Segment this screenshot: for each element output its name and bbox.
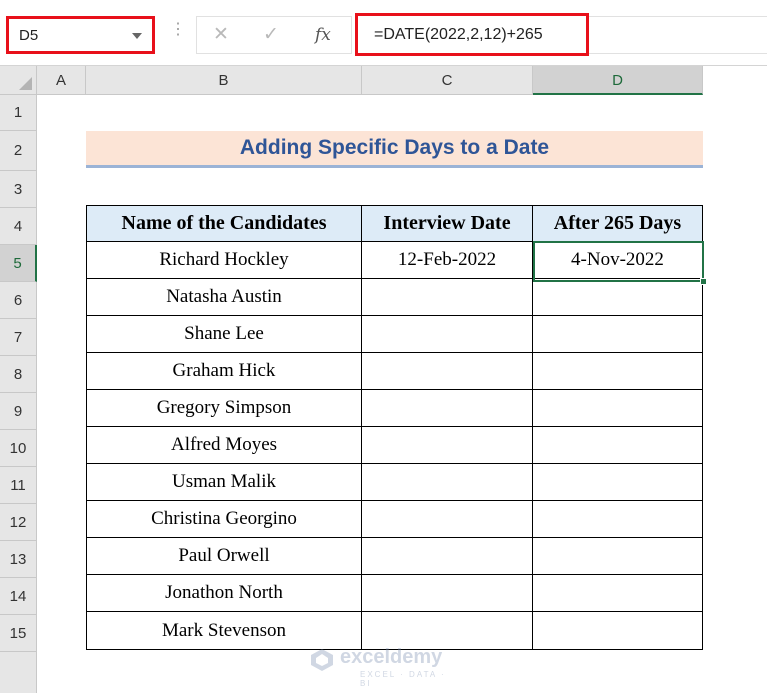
table-cell-interview-date[interactable]: [362, 464, 533, 501]
table-cell-name[interactable]: Christina Georgino: [86, 501, 362, 538]
row-header-4[interactable]: 4: [0, 208, 37, 245]
row-header-6[interactable]: 6: [0, 282, 37, 319]
sheet-title-cell[interactable]: Adding Specific Days to a Date: [86, 131, 703, 168]
row-header-13[interactable]: 13: [0, 541, 37, 578]
row-header-10[interactable]: 10: [0, 430, 37, 467]
table-cell-name[interactable]: Mark Stevenson: [86, 612, 362, 650]
column-header-d[interactable]: D: [533, 66, 703, 95]
row-header-16-partial[interactable]: [0, 652, 37, 693]
row-header-14[interactable]: 14: [0, 578, 37, 615]
formula-input-extension[interactable]: [589, 16, 767, 54]
name-box[interactable]: D5: [6, 16, 155, 54]
watermark-tagline: EXCEL · DATA · BI: [360, 670, 446, 688]
table-cell-after-days[interactable]: [533, 390, 703, 427]
table-cell-name[interactable]: Alfred Moyes: [86, 427, 362, 464]
table-cell-name[interactable]: Gregory Simpson: [86, 390, 362, 427]
chevron-down-icon[interactable]: [132, 33, 142, 39]
table-cell-after-days[interactable]: [533, 501, 703, 538]
enter-icon[interactable]: ✓: [263, 23, 279, 46]
cancel-icon[interactable]: ✕: [213, 23, 229, 46]
formula-bar-buttons: ✕ ✓ fx: [196, 16, 352, 54]
table-cell-after-days[interactable]: [533, 427, 703, 464]
row-header-2[interactable]: 2: [0, 131, 37, 171]
sheet-title: Adding Specific Days to a Date: [239, 136, 550, 159]
table-cell-name[interactable]: Shane Lee: [86, 316, 362, 353]
table-header-interview-date[interactable]: Interview Date: [362, 205, 533, 242]
exceldemy-watermark: exceldemy EXCEL · DATA · BI: [310, 646, 460, 688]
formula-bar: D5 ⋮ ✕ ✓ fx =DATE(2022,2,12)+265: [0, 0, 767, 66]
table-cell-interview-date[interactable]: [362, 316, 533, 353]
row-header-3[interactable]: 3: [0, 171, 37, 208]
table-cell-after-days[interactable]: [533, 612, 703, 650]
table-cell-interview-date[interactable]: [362, 427, 533, 464]
column-header-c[interactable]: C: [362, 66, 533, 95]
row-header-7[interactable]: 7: [0, 319, 37, 356]
table-cell-interview-date[interactable]: [362, 575, 533, 612]
table-cell-after-days[interactable]: [533, 316, 703, 353]
row-header-8[interactable]: 8: [0, 356, 37, 393]
table-cell-interview-date[interactable]: 12-Feb-2022: [362, 242, 533, 279]
table-header-after-days[interactable]: After 265 Days: [533, 205, 703, 242]
formula-input[interactable]: =DATE(2022,2,12)+265: [355, 13, 589, 56]
formula-text: =DATE(2022,2,12)+265: [374, 26, 543, 43]
row-header-15[interactable]: 15: [0, 615, 37, 652]
table-cell-name[interactable]: Natasha Austin: [86, 279, 362, 316]
table-cell-interview-date[interactable]: [362, 538, 533, 575]
table-header-name[interactable]: Name of the Candidates: [86, 205, 362, 242]
exceldemy-logo-icon: [311, 649, 333, 671]
row-header-12[interactable]: 12: [0, 504, 37, 541]
watermark-name: exceldemy: [340, 646, 443, 668]
table-cell-interview-date[interactable]: [362, 390, 533, 427]
table-cell-after-days[interactable]: [533, 279, 703, 316]
table-cell-name[interactable]: Richard Hockley: [86, 242, 362, 279]
fill-handle[interactable]: [700, 278, 707, 285]
table-cell-after-days[interactable]: [533, 575, 703, 612]
row-header-1[interactable]: 1: [0, 95, 37, 131]
table-cell-after-days[interactable]: 4-Nov-2022: [533, 242, 703, 279]
table-cell-name[interactable]: Jonathon North: [86, 575, 362, 612]
row-header-11[interactable]: 11: [0, 467, 37, 504]
name-box-value: D5: [19, 27, 39, 44]
table-cell-name[interactable]: Paul Orwell: [86, 538, 362, 575]
table-cell-after-days[interactable]: [533, 353, 703, 390]
insert-function-icon[interactable]: fx: [315, 25, 331, 45]
drag-handle-icon[interactable]: ⋮: [170, 22, 186, 38]
table-cell-name[interactable]: Usman Malik: [86, 464, 362, 501]
worksheet-grid[interactable]: A B C D 1 2 3 4 5 6 7 8 9 10 11 12 13 14…: [0, 66, 767, 693]
table-cell-after-days[interactable]: [533, 464, 703, 501]
column-header-a[interactable]: A: [37, 66, 86, 95]
column-header-b[interactable]: B: [86, 66, 362, 95]
row-header-5[interactable]: 5: [0, 245, 37, 282]
table-cell-interview-date[interactable]: [362, 501, 533, 538]
table-cell-interview-date[interactable]: [362, 353, 533, 390]
table-cell-interview-date[interactable]: [362, 279, 533, 316]
table-cell-name[interactable]: Graham Hick: [86, 353, 362, 390]
table-cell-interview-date[interactable]: [362, 612, 533, 650]
select-all-button[interactable]: [0, 66, 37, 95]
row-header-9[interactable]: 9: [0, 393, 37, 430]
select-all-triangle-icon: [19, 77, 32, 90]
table-cell-after-days[interactable]: [533, 538, 703, 575]
